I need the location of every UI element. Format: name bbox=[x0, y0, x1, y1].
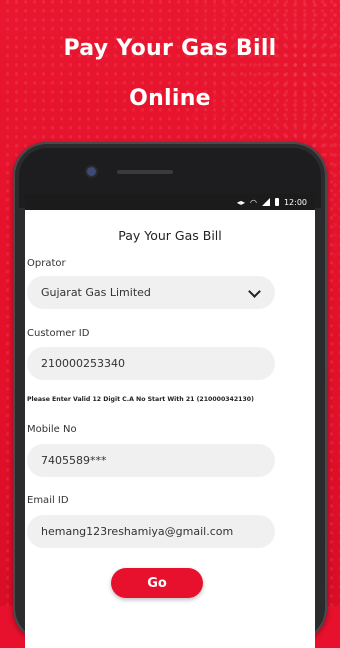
operator-label: Oprator bbox=[27, 258, 66, 269]
go-button[interactable]: Go bbox=[111, 568, 203, 598]
status-bar: ◂▸ ◠ 12:00 bbox=[25, 194, 315, 210]
customer-id-hint: Please Enter Valid 12 Digit C.A No Start… bbox=[27, 396, 254, 403]
battery-icon bbox=[274, 198, 279, 206]
mobile-label: Mobile No bbox=[27, 424, 77, 435]
customer-id-value: 210000253340 bbox=[41, 357, 125, 370]
promo-headline-line1: Pay Your Gas Bill bbox=[63, 36, 277, 61]
mobile-field[interactable]: 7405589*** bbox=[27, 444, 275, 477]
status-time: 12:00 bbox=[283, 197, 307, 207]
earpiece-speaker bbox=[117, 170, 173, 174]
email-label: Email ID bbox=[27, 495, 69, 506]
operator-select[interactable]: Gujarat Gas Limited bbox=[27, 276, 275, 309]
customer-id-field[interactable]: 210000253340 bbox=[27, 347, 275, 380]
chevron-down-icon bbox=[248, 285, 261, 298]
front-camera-icon bbox=[87, 167, 96, 176]
customer-id-label: Customer ID bbox=[27, 328, 90, 339]
page-title: Pay Your Gas Bill bbox=[118, 228, 222, 243]
wifi-icon: ◠ bbox=[249, 197, 257, 207]
email-value: hemang123reshamiya@gmail.com bbox=[41, 525, 234, 538]
signal-icon bbox=[261, 198, 270, 206]
phone-frame: ◂▸ ◠ 12:00 Pay Your Gas Bill bbox=[13, 142, 327, 648]
vibrate-icon: ◂▸ bbox=[236, 197, 245, 207]
promo-headline-line2: Online bbox=[129, 86, 211, 111]
operator-selected-value: Gujarat Gas Limited bbox=[41, 286, 151, 299]
mobile-value: 7405589*** bbox=[41, 454, 107, 467]
email-field[interactable]: hemang123reshamiya@gmail.com bbox=[27, 515, 275, 548]
